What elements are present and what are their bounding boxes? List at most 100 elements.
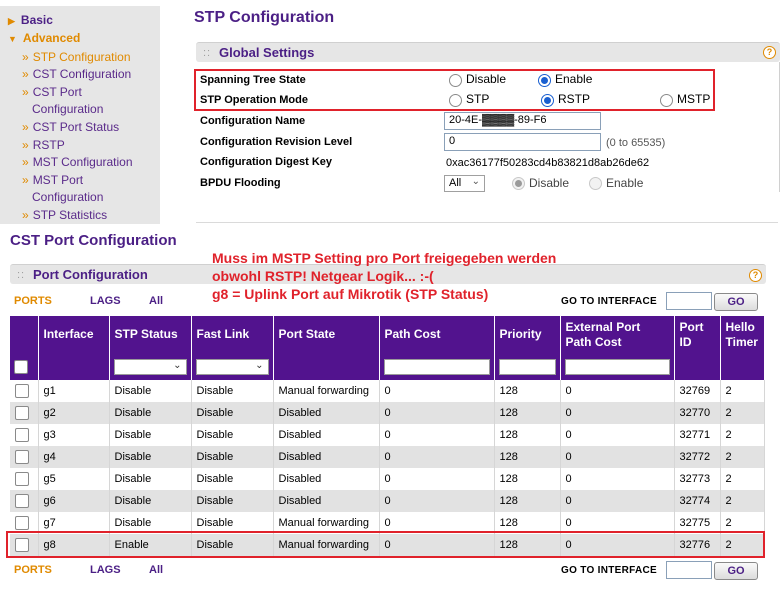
nav-label: Configuration: [32, 190, 104, 204]
bpdu-disable-radio[interactable]: [512, 177, 525, 190]
cell-fast-link: Disable: [191, 402, 274, 424]
row-select-cell: [10, 380, 39, 402]
cell-port-id: 32772: [674, 446, 721, 468]
cell-interface: g4: [38, 446, 110, 468]
annotation-line-3: g8 = Uplink Port auf Mikrotik (STP Statu…: [212, 286, 489, 302]
bullet-icon: »: [22, 120, 29, 134]
chevron-down-icon: ⌄: [173, 359, 182, 371]
bpdu-flooding-label: BPDU Flooding: [200, 177, 281, 189]
row-select-cell: [10, 402, 39, 424]
cell-ext-path-cost: 0: [560, 468, 675, 490]
nav-basic-label: Basic: [20, 13, 53, 27]
col-priority: Priority: [494, 316, 561, 353]
nav-cst-port-configuration[interactable]: » CST Port: [22, 85, 82, 99]
cell-interface: g2: [38, 402, 110, 424]
revision-level-input[interactable]: 0: [444, 133, 601, 151]
col-interface: Interface: [38, 316, 110, 353]
table-row: g2 Disable Disable Disabled 0 128 0 32770 2: [10, 402, 765, 424]
cell-fast-link: Disable: [191, 380, 274, 402]
nav-basic[interactable]: ▶ Basic: [8, 13, 53, 27]
digest-key-label: Configuration Digest Key: [200, 156, 333, 168]
tab-lags[interactable]: LAGS: [90, 295, 121, 307]
cell-path-cost: 0: [379, 490, 495, 512]
goto-interface-input[interactable]: [666, 292, 712, 310]
nav-stp-configuration[interactable]: » STP Configuration: [22, 50, 131, 64]
revision-level-label: Configuration Revision Level: [200, 136, 353, 148]
go-button[interactable]: GO: [714, 562, 758, 580]
cell-port-id: 32770: [674, 402, 721, 424]
bpdu-flooding-select[interactable]: All ⌄: [444, 175, 485, 192]
filter-path-cost-cell: [379, 353, 495, 380]
priority-filter-input[interactable]: [498, 358, 556, 375]
cell-port-state: Disabled: [273, 446, 380, 468]
port-config-table: Interface STP Status Fast Link Port Stat…: [10, 316, 765, 556]
bullet-icon: »: [22, 85, 29, 99]
chevron-down-icon: ⌄: [255, 359, 264, 371]
row-select-cell: [10, 446, 39, 468]
cell-hello-timer: 2: [720, 468, 765, 490]
cell-interface: g1: [38, 380, 110, 402]
cell-interface: g6: [38, 490, 110, 512]
nav-label: CST Configuration: [32, 67, 132, 81]
highlight-box-global: [194, 69, 715, 111]
nav-cst-port-status[interactable]: » CST Port Status: [22, 120, 119, 134]
nav-rstp[interactable]: » RSTP: [22, 138, 65, 152]
row-checkbox[interactable]: [15, 406, 29, 420]
row-checkbox[interactable]: [15, 450, 29, 464]
row-checkbox[interactable]: [15, 428, 29, 442]
config-name-input[interactable]: 20-4E-▓▓▓▓-89-F6: [444, 112, 601, 130]
cell-priority: 128: [494, 490, 561, 512]
cell-hello-timer: 2: [720, 490, 765, 512]
nav-label: MST Port: [32, 173, 84, 187]
col-hello-timer: Hello Timer: [720, 316, 765, 353]
row-checkbox[interactable]: [15, 384, 29, 398]
table-row: g4 Disable Disable Disabled 0 128 0 32772 2: [10, 446, 765, 468]
nav-advanced[interactable]: ▼ Advanced: [8, 31, 80, 45]
row-checkbox[interactable]: [15, 494, 29, 508]
nav-mst-configuration[interactable]: » MST Configuration: [22, 155, 133, 169]
filter-empty: [38, 353, 110, 380]
go-button[interactable]: GO: [714, 293, 758, 311]
filter-priority-cell: [494, 353, 561, 380]
bullet-icon: »: [22, 67, 29, 81]
ext-path-cost-filter-input[interactable]: [564, 358, 670, 375]
table-row: g5 Disable Disable Disabled 0 128 0 32773 2: [10, 468, 765, 490]
nav-label: CST Port: [32, 85, 82, 99]
fast-link-filter-select[interactable]: ⌄: [195, 358, 269, 375]
path-cost-filter-input[interactable]: [383, 358, 490, 375]
row-select-cell: [10, 424, 39, 446]
tab-all[interactable]: All: [149, 295, 163, 307]
goto-interface-label: GO TO INTERFACE: [561, 296, 657, 307]
col-port-state: Port State: [273, 316, 380, 353]
nav-cst-configuration[interactable]: » CST Configuration: [22, 67, 131, 81]
nav-mst-port-configuration-cont[interactable]: Configuration: [32, 190, 103, 204]
row-checkbox[interactable]: [15, 472, 29, 486]
col-fast-link: Fast Link: [191, 316, 274, 353]
tab-ports[interactable]: PORTS: [14, 564, 52, 576]
cell-fast-link: Disable: [191, 446, 274, 468]
nav-cst-port-configuration-cont[interactable]: Configuration: [32, 102, 103, 116]
tab-all[interactable]: All: [149, 564, 163, 576]
goto-interface-input[interactable]: [666, 561, 712, 579]
cell-port-id: 32773: [674, 468, 721, 490]
cell-priority: 128: [494, 468, 561, 490]
nav-label: RSTP: [32, 138, 65, 152]
bpdu-enable-radio[interactable]: [589, 177, 602, 190]
select-all-checkbox[interactable]: [14, 359, 28, 374]
table-row: g6 Disable Disable Disabled 0 128 0 32774 2: [10, 490, 765, 512]
nav-label: STP Configuration: [32, 50, 131, 64]
help-icon[interactable]: ?: [749, 269, 762, 282]
nav-mst-port-configuration[interactable]: » MST Port: [22, 173, 83, 187]
row-select-cell: [10, 490, 39, 512]
cell-hello-timer: 2: [720, 446, 765, 468]
help-icon[interactable]: ?: [763, 46, 776, 59]
nav-stp-statistics[interactable]: » STP Statistics: [22, 208, 107, 222]
row-checkbox[interactable]: [15, 516, 29, 530]
global-settings-header: :: Global Settings ?: [196, 42, 780, 62]
cell-hello-timer: 2: [720, 402, 765, 424]
tab-lags[interactable]: LAGS: [90, 564, 121, 576]
bpdu-disable-label: Disable: [529, 176, 570, 190]
tab-ports[interactable]: PORTS: [14, 295, 52, 307]
stp-status-filter-select[interactable]: ⌄: [113, 358, 187, 375]
cell-path-cost: 0: [379, 402, 495, 424]
